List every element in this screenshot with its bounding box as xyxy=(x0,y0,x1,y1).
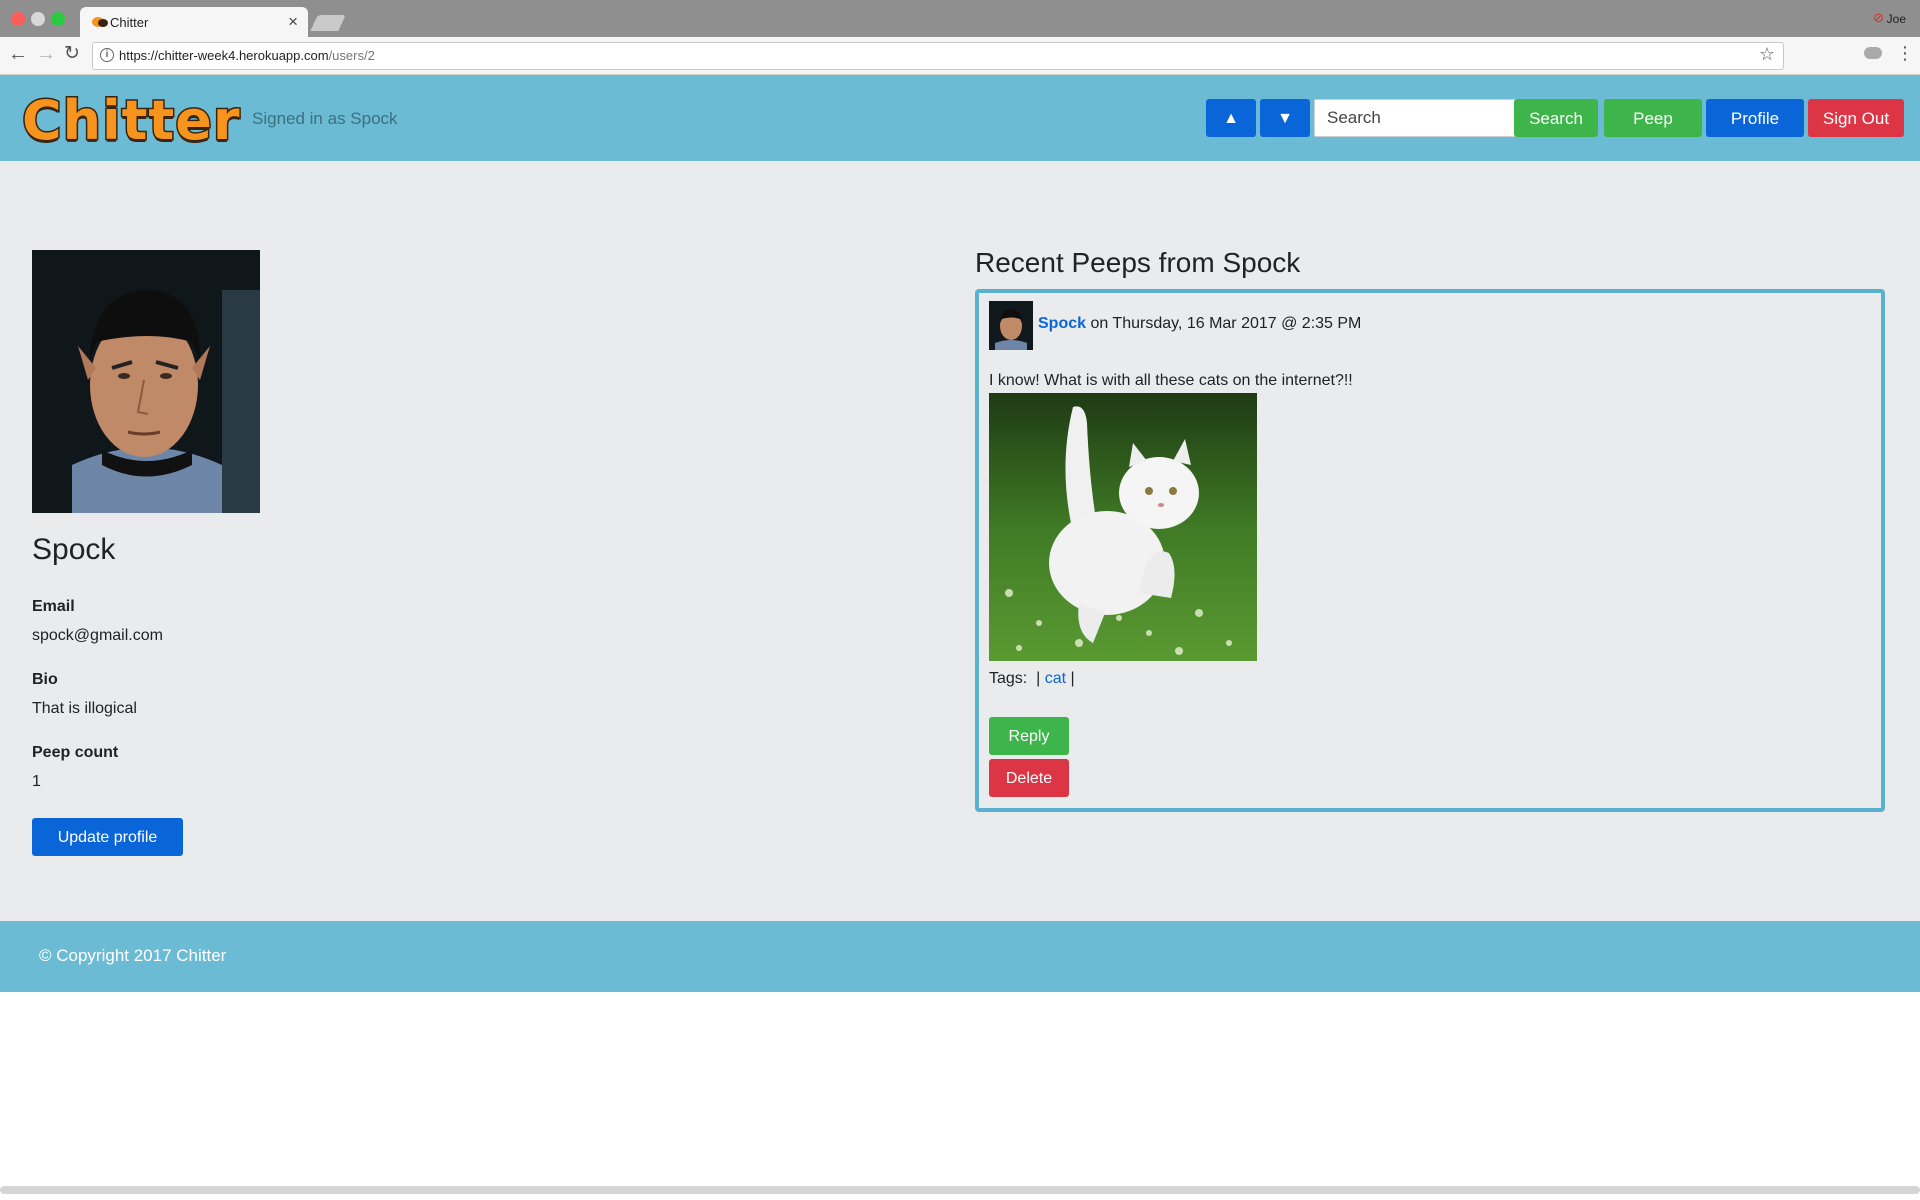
url-domain: https://chitter-week4.herokuapp.com xyxy=(119,48,329,63)
delete-button[interactable]: Delete xyxy=(989,759,1069,797)
peep-card: Spock on Thursday, 16 Mar 2017 @ 2:35 PM… xyxy=(975,289,1885,812)
url-path: /users/2 xyxy=(328,48,375,63)
tags-label: Tags: xyxy=(989,670,1028,687)
reload-icon[interactable]: ↻ xyxy=(64,44,80,64)
browser-menu-icon[interactable]: ⋮ xyxy=(1896,43,1914,64)
browser-tab-bar: Chitter × ⊘ Joe xyxy=(0,0,1920,37)
minimize-window-icon[interactable] xyxy=(31,12,45,26)
reply-button[interactable]: Reply xyxy=(989,717,1069,755)
new-tab-button[interactable] xyxy=(310,15,346,31)
site-footer: © Copyright 2017 Chitter xyxy=(0,921,1920,992)
address-bar[interactable]: i https://chitter-week4.herokuapp.com/us… xyxy=(92,42,1784,70)
peep-text: I know! What is with all these cats on t… xyxy=(989,372,1353,389)
site-info-icon[interactable]: i xyxy=(100,48,114,62)
peep-author-avatar[interactable] xyxy=(989,301,1033,350)
signed-in-status: Signed in as Spock xyxy=(252,109,398,128)
forward-arrow-icon[interactable]: → xyxy=(36,44,56,64)
profile-name: Spock xyxy=(32,533,116,566)
peep-image xyxy=(989,393,1257,661)
browser-tab[interactable]: Chitter × xyxy=(80,7,308,37)
peep-date: on Thursday, 16 Mar 2017 @ 2:35 PM xyxy=(1090,315,1362,332)
search-button[interactable]: Search xyxy=(1514,99,1598,137)
peep-button[interactable]: Peep xyxy=(1604,99,1702,137)
email-value: spock@gmail.com xyxy=(32,627,163,644)
close-tab-icon[interactable]: × xyxy=(288,12,298,32)
sort-up-button[interactable]: ▲ xyxy=(1206,99,1256,137)
peep-author-link[interactable]: Spock xyxy=(1038,315,1086,332)
peep-tags: Tags: | cat | xyxy=(989,670,1075,687)
browser-toolbar: ← → ↻ i https://chitter-week4.herokuapp.… xyxy=(0,37,1920,75)
bio-value: That is illogical xyxy=(32,700,137,717)
bookmark-star-icon[interactable]: ☆ xyxy=(1759,44,1775,65)
chitter-favicon-icon xyxy=(92,17,108,27)
user-profile-icon[interactable]: ⊘ xyxy=(1873,10,1884,26)
horizontal-scrollbar[interactable] xyxy=(0,1186,1920,1194)
back-arrow-icon[interactable]: ← xyxy=(8,44,28,64)
bio-label: Bio xyxy=(32,671,58,688)
copyright-text: © Copyright 2017 Chitter xyxy=(39,946,227,965)
tab-title: Chitter xyxy=(110,15,149,30)
chitter-logo[interactable]: Chitter xyxy=(20,88,240,154)
peep-count-label: Peep count xyxy=(32,744,119,761)
search-input[interactable] xyxy=(1314,99,1518,137)
cloud-extension-icon[interactable] xyxy=(1864,47,1882,59)
peep-count-value: 1 xyxy=(32,773,41,790)
site-header: Chitter Signed in as Spock ▲ ▼ Search Pe… xyxy=(0,75,1920,161)
close-window-icon[interactable] xyxy=(11,12,25,26)
sort-down-button[interactable]: ▼ xyxy=(1260,99,1310,137)
url-text[interactable]: https://chitter-week4.herokuapp.com/user… xyxy=(119,48,375,63)
update-profile-button[interactable]: Update profile xyxy=(32,818,183,856)
peep-meta: Spock on Thursday, 16 Mar 2017 @ 2:35 PM xyxy=(1038,315,1361,333)
tag-link[interactable]: cat xyxy=(1045,670,1066,687)
recent-peeps-title: Recent Peeps from Spock xyxy=(975,247,1301,278)
email-label: Email xyxy=(32,598,75,615)
browser-profile-name[interactable]: Joe xyxy=(1887,12,1906,26)
profile-avatar xyxy=(32,250,260,513)
sign-out-button[interactable]: Sign Out xyxy=(1808,99,1904,137)
main-content: Spock Email spock@gmail.com Bio That is … xyxy=(0,161,1920,921)
maximize-window-icon[interactable] xyxy=(51,12,65,26)
profile-button[interactable]: Profile xyxy=(1706,99,1804,137)
